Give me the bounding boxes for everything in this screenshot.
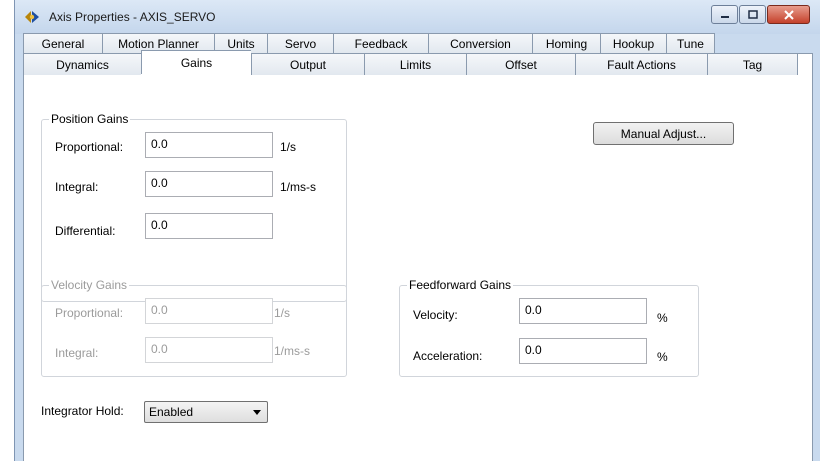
maximize-icon <box>747 10 758 19</box>
maximize-button[interactable] <box>739 5 766 24</box>
close-icon <box>783 9 794 20</box>
tab-hookup[interactable]: Hookup <box>600 33 666 53</box>
gains-tab-panel: Position Gains Proportional: 0.0 1/s Int… <box>23 53 813 461</box>
tab-offset[interactable]: Offset <box>466 53 575 75</box>
position-differential-label: Differential: <box>55 224 116 238</box>
tab-feedback[interactable]: Feedback <box>333 33 428 53</box>
position-integral-label: Integral: <box>55 180 99 194</box>
axis-properties-window: Axis Properties - AXIS_SERVO General Mot… <box>14 0 820 461</box>
chevron-down-icon <box>253 410 261 415</box>
tab-servo[interactable]: Servo <box>267 33 333 53</box>
velocity-gains-title: Velocity Gains <box>49 278 130 292</box>
tab-conversion[interactable]: Conversion <box>428 33 532 53</box>
velocity-integral-label: Integral: <box>55 346 99 360</box>
feedforward-gains-title: Feedforward Gains <box>407 278 514 292</box>
manual-adjust-button[interactable]: Manual Adjust... <box>593 122 734 145</box>
tab-row-1: General Motion Planner Units Servo Feedb… <box>23 33 715 53</box>
tab-fault-actions[interactable]: Fault Actions <box>575 53 707 75</box>
feedforward-gains-group: Feedforward Gains Velocity: 0.0 % Accele… <box>399 278 699 377</box>
position-differential-field[interactable]: 0.0 <box>145 213 273 239</box>
close-button[interactable] <box>767 5 810 24</box>
tab-gains[interactable]: Gains <box>141 50 251 74</box>
tab-limits[interactable]: Limits <box>364 53 466 75</box>
integrator-hold-value: Enabled <box>149 405 194 419</box>
position-gains-title: Position Gains <box>49 112 131 126</box>
tab-tune[interactable]: Tune <box>666 33 715 53</box>
velocity-integral-unit: 1/ms-s <box>274 344 310 358</box>
feedforward-velocity-field[interactable]: 0.0 <box>519 298 647 324</box>
position-proportional-field[interactable]: 0.0 <box>145 132 273 158</box>
feedforward-acceleration-unit: % <box>657 350 668 364</box>
position-proportional-label: Proportional: <box>55 140 124 154</box>
feedforward-velocity-unit: % <box>657 311 668 325</box>
tab-homing[interactable]: Homing <box>532 33 600 53</box>
velocity-gains-group: Velocity Gains Proportional: 0.0 1/s Int… <box>41 278 347 377</box>
position-integral-unit: 1/ms-s <box>280 180 316 194</box>
position-gains-group: Position Gains Proportional: 0.0 1/s Int… <box>41 112 347 302</box>
tab-tag[interactable]: Tag <box>707 53 798 75</box>
integrator-hold-select[interactable]: Enabled <box>144 401 268 423</box>
window-title: Axis Properties - AXIS_SERVO <box>49 10 216 24</box>
title-bar[interactable]: Axis Properties - AXIS_SERVO <box>15 0 820 34</box>
feedforward-acceleration-label: Acceleration: <box>413 349 483 363</box>
tab-row-2: Dynamics Gains Output Limits Offset Faul… <box>23 50 798 75</box>
velocity-proportional-field: 0.0 <box>145 298 273 324</box>
position-proportional-unit: 1/s <box>280 140 297 154</box>
velocity-integral-field: 0.0 <box>145 337 273 363</box>
velocity-proportional-unit: 1/s <box>274 306 291 320</box>
minimize-button[interactable] <box>711 5 738 24</box>
feedforward-acceleration-field[interactable]: 0.0 <box>519 338 647 364</box>
tab-general[interactable]: General <box>23 33 102 53</box>
minimize-icon <box>720 15 729 18</box>
position-integral-field[interactable]: 0.0 <box>145 171 273 197</box>
velocity-proportional-label: Proportional: <box>55 306 124 320</box>
axis-gear-icon <box>22 7 42 27</box>
tab-dynamics[interactable]: Dynamics <box>23 53 141 75</box>
integrator-hold-label: Integrator Hold: <box>41 404 124 418</box>
tab-output[interactable]: Output <box>251 53 364 75</box>
feedforward-velocity-label: Velocity: <box>413 308 458 322</box>
